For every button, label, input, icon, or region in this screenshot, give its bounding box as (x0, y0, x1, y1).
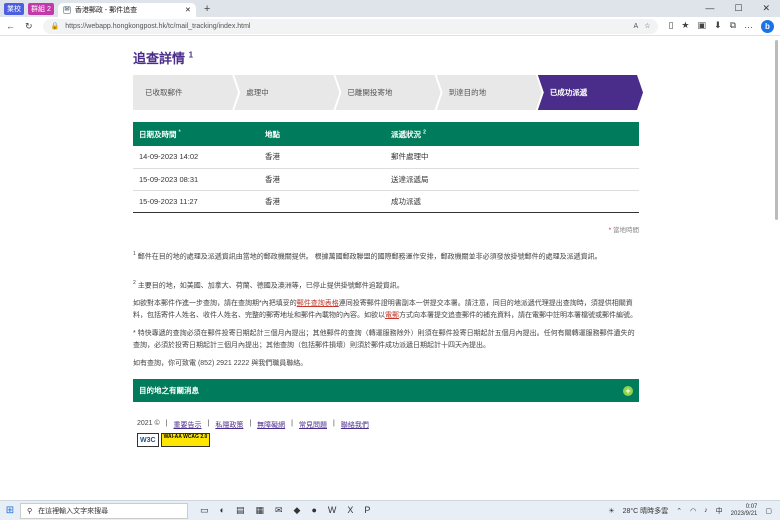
task-view-icon[interactable]: ▭ (200, 505, 209, 516)
col-location: 地點 (259, 122, 385, 146)
mail-icon[interactable]: ✉ (275, 505, 283, 516)
enquiry-form-link[interactable]: 郵件查詢表格 (297, 300, 339, 307)
taskbar-search[interactable]: ⚲ 在這裡輸入文字來搜尋 (20, 502, 188, 519)
accordion-label: 目的地之有關消息 (139, 386, 199, 396)
split-screen-icon[interactable]: ▯ (668, 20, 673, 33)
tab-close-icon[interactable]: ✕ (185, 6, 191, 14)
notification-icon[interactable]: ▢ (765, 507, 772, 515)
footnote-2: 2 主要目的地，如美國、加拿大、荷蘭、德國及澳洲等，已停止提供掛號郵件追蹤資訊。 (133, 279, 404, 290)
app-icon[interactable]: ● (311, 505, 316, 516)
excel-icon[interactable]: X (347, 505, 353, 516)
footer-link-privacy[interactable]: 私隱政策 (215, 420, 243, 430)
network-icon[interactable]: ◠ (690, 507, 696, 515)
address-bar: ← ↻ 🔒 https://webapp.hongkongpost.hk/tc/… (0, 17, 780, 36)
wcag-badge[interactable]: WAI-AA WCAG 2.0 (160, 433, 211, 448)
favorites-icon[interactable]: ★ (681, 20, 689, 33)
contact-paragraph: 如有查詢，你可致電 (852) 2921 2222 與我們職員聯絡。 (133, 360, 308, 368)
search-icon: ⚲ (27, 507, 33, 515)
expand-plus-icon[interactable]: + (623, 385, 633, 396)
cell-status: 成功派遞 (385, 190, 639, 213)
tracking-table: 日期及時間 * 地點 派遞狀況 2 14-09-2023 14:02 香港 郵件… (133, 122, 639, 213)
maximize-icon[interactable]: ☐ (734, 3, 742, 14)
downloads-icon[interactable]: ⬇ (714, 20, 722, 33)
w3c-badge[interactable]: W3C (137, 433, 159, 448)
tab-group-button[interactable]: 群組 2 (28, 2, 54, 15)
ime-indicator[interactable]: 中 (716, 506, 723, 516)
footnote-1: 1 郵件在目的地的處理及派遞資訊由當地的郵政機關提供。 根據萬國郵政聯盟的國際郵… (133, 250, 602, 260)
copyright: 2021 © (137, 420, 160, 428)
weather-text[interactable]: 28°C 晴時多雲 (623, 506, 669, 516)
read-aloud-icon[interactable]: A (634, 23, 639, 30)
cell-location: 香港 (259, 168, 385, 191)
step-arrived: 到達目的地 (437, 75, 542, 110)
volume-icon[interactable]: ♪ (704, 507, 708, 514)
teams-icon[interactable]: ◆ (294, 505, 301, 516)
cell-status: 郵件處理中 (385, 146, 639, 169)
site-favicon-icon: ✉ (62, 6, 71, 14)
favorite-star-icon[interactable]: ☆ (644, 22, 650, 30)
reload-icon[interactable]: ↻ (25, 21, 33, 32)
footer-link-notice[interactable]: 重要告示 (174, 420, 202, 430)
footer-link-faq[interactable]: 常見問題 (299, 420, 327, 430)
table-row: 15-09-2023 08:31 香港 送達派遞局 (133, 168, 639, 191)
browser-tab-bar: 業校 群組 2 ✉ 香港郵政 - 郵件追查 ✕ + — ☐ ✕ (0, 0, 780, 17)
edge-icon[interactable]: ◐ (220, 505, 225, 516)
tray-chevron-icon[interactable]: ⌃ (676, 507, 682, 515)
tab-title: 香港郵政 - 郵件追查 (74, 7, 138, 14)
lock-icon: 🔒 (50, 23, 60, 30)
powerpoint-icon[interactable]: P (364, 505, 370, 516)
extensions-icon[interactable]: ⧉ (730, 20, 736, 33)
more-icon[interactable]: … (744, 20, 753, 33)
new-tab-icon[interactable]: + (200, 3, 210, 15)
footer-links: 2021 © | 重要告示 | 私隱政策 | 無障礙網 | 常見問題 | 聯絡我… (137, 420, 369, 430)
active-tab[interactable]: ✉ 香港郵政 - 郵件追查 ✕ (57, 3, 196, 17)
accessibility-badges: W3C WAI-AA WCAG 2.0 (133, 433, 639, 448)
step-delivered: 已成功派遞 (538, 75, 643, 110)
close-window-icon[interactable]: ✕ (762, 3, 770, 14)
collections-icon[interactable]: ▣ (698, 20, 707, 33)
url-text: https://webapp.hongkongpost.hk/tc/mail_t… (65, 22, 251, 30)
table-row: 15-09-2023 11:27 香港 成功派遞 (133, 190, 639, 213)
workspace-button[interactable]: 業校 (4, 2, 24, 15)
step-departed: 已離開投寄地 (335, 75, 440, 110)
weather-icon[interactable]: ☀ (608, 507, 614, 515)
email-link[interactable]: 電郵 (385, 312, 399, 319)
minimize-icon[interactable]: — (705, 3, 714, 14)
footer-link-accessibility[interactable]: 無障礙網 (257, 420, 285, 430)
scrollbar[interactable] (775, 40, 778, 220)
taskbar: ⊞ ⚲ 在這裡輸入文字來搜尋 ▭ ◐ ▤ ▦ ✉ ◆ ● W X P ☀ 28°… (0, 500, 780, 520)
destination-info-accordion[interactable]: 目的地之有關消息 + (133, 379, 639, 403)
cell-datetime: 14-09-2023 14:02 (133, 146, 259, 169)
footer-link-contact[interactable]: 聯絡我們 (341, 420, 369, 430)
cell-datetime: 15-09-2023 08:31 (133, 168, 259, 191)
enquiry-period-note: * 特快專遞的查詢必須在郵件投寄日期起計三個月內提出；其他郵件的查詢（轉運服務除… (133, 330, 635, 350)
windows-start-icon[interactable]: ⊞ (0, 505, 20, 516)
col-status: 派遞狀況 2 (385, 122, 639, 146)
progress-steps: 已收取郵件 處理中 已離開投寄地 到達目的地 已成功派遞 (133, 75, 639, 110)
step-collected: 已收取郵件 (133, 75, 238, 110)
clock-time: 0:07 (745, 503, 758, 510)
cell-datetime: 15-09-2023 11:27 (133, 190, 259, 213)
clock-date: 2023/9/21 (730, 510, 758, 517)
cell-location: 香港 (259, 146, 385, 169)
file-explorer-icon[interactable]: ▤ (236, 505, 245, 516)
step-processing: 處理中 (234, 75, 339, 110)
store-icon[interactable]: ▦ (255, 505, 264, 516)
page-title: 追查詳情 1 (133, 50, 194, 66)
back-icon[interactable]: ← (6, 21, 15, 31)
clock[interactable]: 0:07 2023/9/21 (731, 504, 758, 518)
cell-location: 香港 (259, 190, 385, 213)
url-field[interactable]: 🔒 https://webapp.hongkongpost.hk/tc/mail… (42, 18, 659, 34)
word-icon[interactable]: W (328, 505, 337, 516)
web-page: 追查詳情 1 已收取郵件 處理中 已離開投寄地 到達目的地 已成功派遞 日期及時… (0, 36, 780, 500)
table-row: 14-09-2023 14:02 香港 郵件處理中 (133, 146, 639, 169)
col-datetime: 日期及時間 * (133, 122, 259, 146)
cell-status: 送達派遞局 (385, 168, 639, 191)
local-time-note: * 當地時間 (608, 226, 639, 234)
bing-icon[interactable]: b (761, 19, 774, 33)
search-placeholder: 在這裡輸入文字來搜尋 (38, 507, 109, 515)
enquiry-paragraph: 如欲對本郵件作進一步查詢，請在查詢期*內把填妥的郵件查詢表格連同投寄郵件證明書副… (133, 300, 637, 320)
